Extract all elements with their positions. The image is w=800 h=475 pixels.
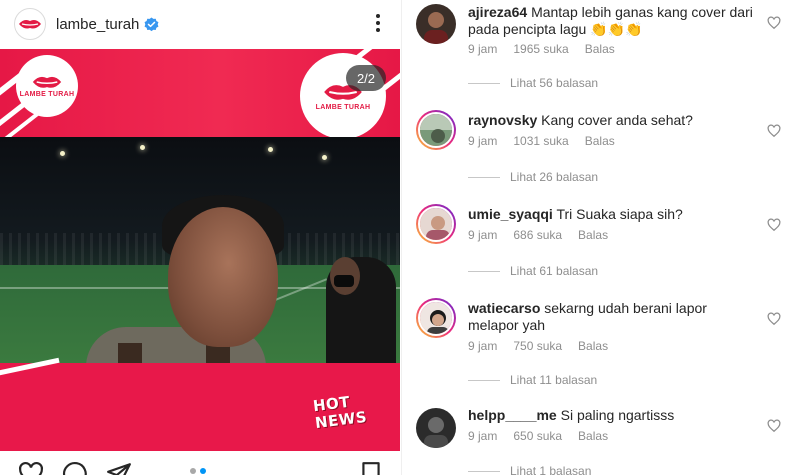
bookmark-icon[interactable] — [358, 461, 384, 475]
comment-username[interactable]: watiecarso — [468, 300, 540, 316]
reply-button[interactable]: Balas — [578, 228, 608, 242]
comment-text: helpp____me Si paling ngartisss — [468, 407, 758, 424]
video-frame — [0, 137, 400, 363]
comment-avatar[interactable] — [416, 298, 456, 338]
comment-text: umie_syaqqi Tri Suaka siapa sih? — [468, 206, 758, 223]
comment-body: Tri Suaka siapa sih? — [556, 206, 683, 222]
comment-time: 9 jam — [468, 42, 498, 56]
comment-meta: 9 jam 650 suka Balas — [468, 429, 608, 443]
media-top-banner: LAMBE TURAH LAMBE TURAH 2/2 — [0, 49, 400, 143]
comment-text: ajireza64 Mantap lebih ganas kang cover … — [468, 4, 758, 38]
view-replies-label: Lihat 1 balasan — [510, 464, 592, 475]
post-actions — [0, 451, 400, 475]
view-replies[interactable]: Lihat 11 balasan — [468, 373, 597, 387]
comment-meta: 9 jam 686 suka Balas — [468, 228, 608, 242]
reply-button[interactable]: Balas — [585, 42, 615, 56]
hot-news-line2: NEWS — [314, 407, 369, 433]
heart-icon[interactable] — [767, 312, 781, 326]
brand-name: LAMBE TURAH — [19, 91, 75, 98]
post-header: lambe_turah — [0, 0, 400, 48]
reply-button[interactable]: Balas — [578, 429, 608, 443]
heart-icon[interactable] — [767, 419, 781, 433]
comment-username[interactable]: raynovsky — [468, 112, 537, 128]
comment-icon[interactable] — [62, 461, 88, 475]
comment-time: 9 jam — [468, 429, 498, 443]
profile-avatar[interactable] — [14, 8, 46, 40]
heart-icon[interactable] — [767, 124, 781, 138]
comment-likes[interactable]: 1031 suka — [513, 134, 568, 148]
comment-time: 9 jam — [468, 339, 498, 353]
view-replies[interactable]: Lihat 61 balasan — [468, 264, 598, 278]
brand-name: LAMBE TURAH — [315, 104, 371, 111]
comment-body: Kang cover anda sehat? — [541, 112, 693, 128]
carousel-dot-active — [200, 468, 206, 474]
view-replies[interactable]: Lihat 26 balasan — [468, 170, 598, 184]
comment-meta: 9 jam 1965 suka Balas — [468, 42, 615, 56]
reply-button[interactable]: Balas — [578, 339, 608, 353]
carousel-dots — [190, 468, 206, 474]
comment-username[interactable]: umie_syaqqi — [468, 206, 553, 222]
hot-news-sticker: HOT NEWS — [306, 389, 390, 447]
comment-meta: 9 jam 1031 suka Balas — [468, 134, 615, 148]
comment-likes[interactable]: 650 suka — [513, 429, 562, 443]
heart-icon[interactable] — [767, 218, 781, 232]
brand-badge-left: LAMBE TURAH — [16, 55, 78, 117]
post-media[interactable]: LAMBE TURAH LAMBE TURAH 2/2 HOT NEWS — [0, 49, 400, 451]
more-options-icon[interactable] — [374, 12, 382, 34]
heart-icon[interactable] — [767, 16, 781, 30]
comment-username[interactable]: helpp____me — [468, 407, 557, 423]
comment-avatar[interactable] — [416, 204, 456, 244]
view-replies-label: Lihat 11 balasan — [510, 373, 598, 387]
lips-logo-icon — [19, 20, 41, 29]
comment-text: watiecarso sekarng udah berani lapor mel… — [468, 300, 758, 334]
comment-avatar[interactable] — [416, 4, 456, 44]
view-replies-label: Lihat 61 balasan — [510, 264, 599, 278]
comment-likes[interactable]: 686 suka — [513, 228, 562, 242]
view-replies[interactable]: Lihat 56 balasan — [468, 76, 598, 90]
post-username[interactable]: lambe_turah — [56, 16, 139, 33]
comment-likes[interactable]: 1965 suka — [513, 42, 568, 56]
comment-username[interactable]: ajireza64 — [468, 4, 527, 20]
view-replies-label: Lihat 26 balasan — [510, 170, 599, 184]
comment-meta: 9 jam 750 suka Balas — [468, 339, 608, 353]
comment-avatar[interactable] — [416, 110, 456, 150]
comments-panel[interactable]: ajireza64 Mantap lebih ganas kang cover … — [401, 0, 800, 475]
comment-avatar[interactable] — [416, 408, 456, 448]
share-icon[interactable] — [106, 461, 132, 475]
lips-logo-icon — [32, 76, 62, 88]
view-replies-label: Lihat 56 balasan — [510, 76, 599, 90]
comment-time: 9 jam — [468, 228, 498, 242]
slide-counter: 2/2 — [346, 65, 386, 91]
comment-likes[interactable]: 750 suka — [513, 339, 562, 353]
carousel-dot — [190, 468, 196, 474]
post-panel: lambe_turah LAMBE TURAH LAMBE TURAH 2/2 … — [0, 0, 400, 475]
view-replies[interactable]: Lihat 1 balasan — [468, 464, 591, 475]
verified-badge-icon — [144, 16, 159, 31]
comment-body: Si paling ngartisss — [560, 407, 675, 423]
comment-text: raynovsky Kang cover anda sehat? — [468, 112, 758, 129]
heart-icon[interactable] — [18, 461, 44, 475]
comment-time: 9 jam — [468, 134, 498, 148]
reply-button[interactable]: Balas — [585, 134, 615, 148]
